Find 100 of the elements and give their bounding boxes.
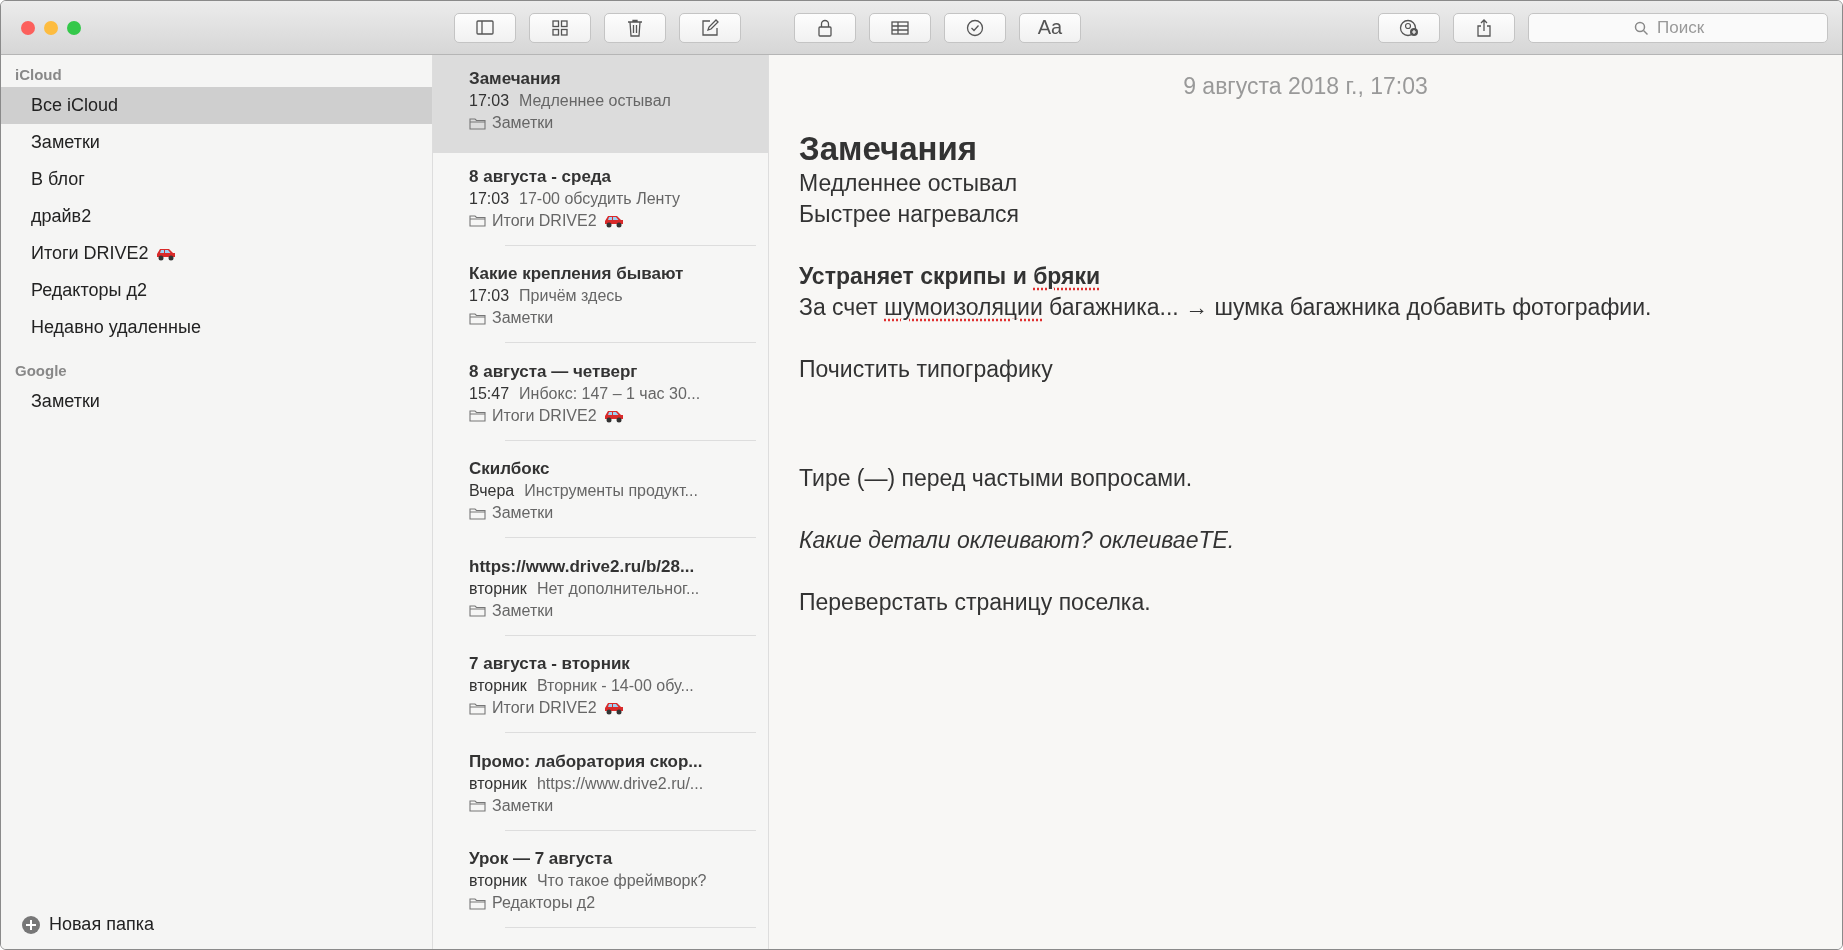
- note-folder: Итоги DRIVE2: [492, 406, 597, 425]
- note-text: Быстрее нагревался: [799, 200, 1021, 229]
- note-time: 17:03: [469, 92, 510, 110]
- note-preview: Вторник - 14-00 обу...: [536, 677, 694, 695]
- note-preview: Причём здесь: [519, 287, 623, 305]
- folder-name: Итоги DRIVE2: [31, 243, 149, 264]
- note-preview: Нет дополнительног...: [536, 579, 700, 598]
- trash-icon: [625, 17, 645, 38]
- note-title: https://www.drive2.ru/b/28...: [469, 556, 696, 577]
- folder-name: Заметки: [31, 391, 100, 412]
- note-preview: Медленнее остывал: [519, 92, 671, 110]
- note-editor[interactable]: [769, 55, 1842, 949]
- section-header: Google: [14, 361, 68, 381]
- note-folder: Заметки: [492, 796, 554, 815]
- note-item[interactable]: 8 августа - среда 17:03 17-00 обсудить Ленту Итоги DRIVE2: [433, 152, 768, 250]
- note-date: 9 августа 2018 г., 17:03: [1182, 73, 1429, 100]
- note-time: 15:47: [469, 384, 510, 403]
- note-folder: Заметки: [492, 504, 554, 522]
- folder-icon: [469, 701, 486, 715]
- folder-name: Заметки: [31, 132, 100, 153]
- delete-button[interactable]: [604, 12, 666, 43]
- new-folder-button[interactable]: Новая папка: [1, 914, 432, 949]
- search-field[interactable]: Поиск: [1528, 12, 1828, 43]
- note-item[interactable]: Скилбокс Вчера Инструменты продукт... Заметки: [433, 445, 768, 543]
- note-text: Медленнее остывал: [799, 169, 1019, 198]
- note-item[interactable]: 7 августа - вторник вторник Вторник - 14-00 обу... Итоги DRIVE2: [433, 640, 768, 738]
- table-button[interactable]: [869, 12, 931, 43]
- note-item[interactable]: https://www.drive2.ru/b/28... вторник Нет дополнительног... Заметки: [433, 542, 768, 640]
- folder-item[interactable]: Итоги DRIVE2: [1, 235, 432, 272]
- folder-icon: [469, 604, 486, 617]
- note-folder: Итоги DRIVE2: [492, 211, 597, 230]
- note-folder: Заметки: [492, 309, 554, 327]
- lock-icon: [815, 17, 835, 38]
- share-icon: [1474, 17, 1494, 38]
- note-text: Какие детали оклеивают? оклеиваеТЕ.: [799, 526, 1236, 555]
- section-header: iCloud: [14, 65, 63, 85]
- sidebar-toggle-button[interactable]: [454, 12, 516, 43]
- note-time: вторник: [469, 579, 527, 598]
- note-folder: Заметки: [492, 601, 554, 620]
- grid-view-button[interactable]: [529, 12, 591, 43]
- folder-item[interactable]: Заметки: [1, 383, 432, 420]
- folder-icon: [469, 896, 486, 910]
- close-window-button[interactable]: [21, 20, 35, 35]
- search-icon: [1634, 20, 1649, 36]
- folder-item[interactable]: В блог: [1, 161, 432, 198]
- note-preview: https://www.drive2.ru/...: [536, 774, 704, 793]
- note-item[interactable]: Урок — 7 августа вторник Что такое фреймворк? Редакторы д2: [433, 835, 768, 933]
- note-time: вторник: [469, 872, 527, 890]
- note-text: Тире (—) перед частыми вопросами.: [799, 464, 1194, 493]
- note-preview: Инбокс: 147 – 1 час 30...: [519, 384, 701, 403]
- note-preview: Инструменты продукт...: [524, 482, 698, 500]
- folder-icon: [469, 799, 486, 812]
- note-folder: Редакторы д2: [492, 894, 596, 912]
- folder-item[interactable]: Заметки: [1, 124, 432, 161]
- person-plus-icon: [1399, 17, 1419, 38]
- folder-name: Все iCloud: [31, 95, 119, 116]
- note-folder: Итоги DRIVE2: [492, 699, 597, 717]
- folder-icon: [469, 311, 486, 325]
- folder-icon: [469, 409, 486, 422]
- note-time: вторник: [469, 677, 527, 695]
- compose-button[interactable]: [679, 12, 741, 43]
- share-button[interactable]: [1453, 12, 1515, 43]
- note-item[interactable]: Промо: лаборатория скор... вторник https://www.drive2.ru/... Заметки: [433, 737, 768, 835]
- note-title: 8 августа — четверг: [469, 361, 639, 382]
- note-folder: Заметки: [492, 114, 554, 132]
- note-title: 7 августа - вторник: [469, 654, 631, 674]
- folder-item[interactable]: драйв2: [1, 198, 432, 235]
- checklist-button[interactable]: [944, 12, 1006, 43]
- note-item[interactable]: 8 августа — четверг 15:47 Инбокс: 147 – 1 час 30... Итоги DRIVE2: [433, 347, 768, 445]
- folder-name: драйв2: [31, 206, 92, 227]
- note-time: Вчера: [469, 482, 515, 500]
- note-text: Устраняет скрипы и бряки: [799, 262, 1102, 291]
- add-people-button[interactable]: [1378, 12, 1440, 43]
- format-button[interactable]: Aa: [1019, 12, 1081, 43]
- note-text: За счет шумоизоляции багажника... → шумка багажника добавить фотографии.: [799, 293, 1653, 322]
- folder-item[interactable]: Все iCloud: [1, 87, 432, 124]
- folder-icon: [469, 506, 486, 520]
- note-preview: 17-00 обсудить Ленту: [519, 189, 680, 208]
- folder-name: Редакторы д2: [31, 280, 147, 301]
- lock-button[interactable]: [794, 12, 856, 43]
- note-item[interactable]: Какие крепления бывают 17:03 Причём здесь Заметки: [433, 250, 768, 348]
- note-title: Промо: лаборатория скор...: [469, 751, 704, 772]
- folder-item[interactable]: Редакторы д2: [1, 272, 432, 309]
- folder-icon: [469, 214, 486, 227]
- folder-icon: [469, 116, 486, 130]
- note-title: Какие крепления бывают: [469, 264, 685, 284]
- folder-name: В блог: [31, 169, 85, 190]
- note-time: 17:03: [469, 189, 510, 208]
- folder-item[interactable]: Недавно удаленные: [1, 309, 432, 346]
- note-heading: Замечания: [799, 130, 978, 168]
- note-preview: Что такое фреймворк?: [536, 872, 707, 890]
- note-title: Скилбокс: [469, 459, 551, 479]
- note-item[interactable]: Замечания 17:03 Медленнее остывал Заметки: [433, 55, 768, 153]
- car-icon: [602, 700, 625, 716]
- note-time: вторник: [469, 774, 527, 793]
- note-text: Почистить типографику: [799, 355, 1054, 384]
- note-title: 8 августа - среда: [469, 166, 613, 187]
- note-text: Переверстать страницу поселка.: [799, 588, 1152, 617]
- compose-icon: [700, 17, 720, 38]
- sidebar-icon: [475, 17, 495, 38]
